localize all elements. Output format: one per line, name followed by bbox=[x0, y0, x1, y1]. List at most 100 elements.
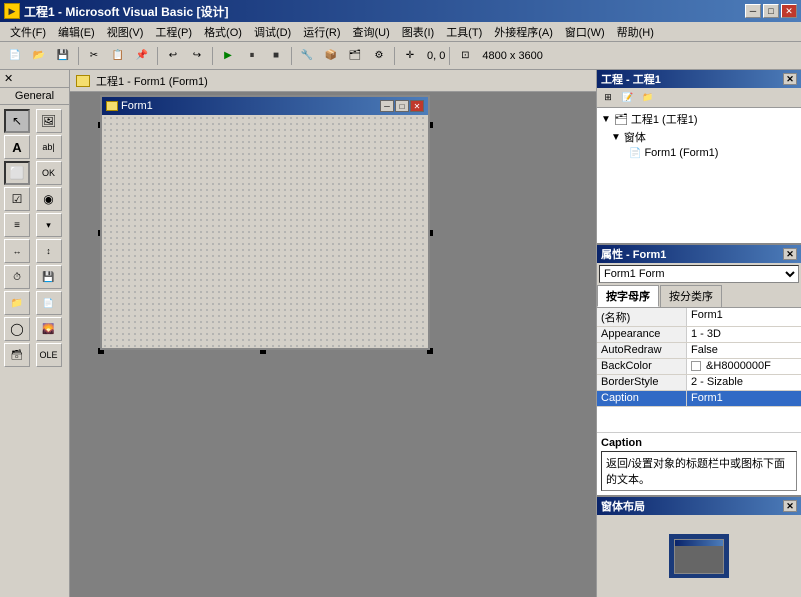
menu-view[interactable]: 视图(V) bbox=[101, 22, 150, 42]
toolbar-save[interactable]: 💾 bbox=[52, 45, 74, 67]
tool-timer[interactable]: ⏱ bbox=[4, 265, 30, 289]
layout-close-btn[interactable]: ✕ bbox=[783, 500, 797, 512]
props-row-caption[interactable]: Caption Form1 bbox=[597, 391, 801, 407]
project-tb-view-code[interactable]: 📝 bbox=[619, 90, 637, 106]
tool-shape[interactable]: ◯ bbox=[4, 317, 30, 341]
props-titlebar: 属性 - Form1 ✕ bbox=[597, 245, 801, 263]
coord-label: 0, 0 bbox=[427, 50, 445, 62]
backcolor-swatch bbox=[691, 361, 701, 371]
props-close-btn[interactable]: ✕ bbox=[783, 248, 797, 260]
tool-dirlist[interactable]: 📁 bbox=[4, 291, 30, 315]
toolbar-new[interactable]: 📄 bbox=[4, 45, 26, 67]
menu-help[interactable]: 帮助(H) bbox=[611, 22, 660, 42]
app-icon: ▶ bbox=[4, 3, 20, 19]
menu-file[interactable]: 文件(F) bbox=[4, 22, 52, 42]
layout-titlebar: 窗体布局 ✕ bbox=[597, 497, 801, 515]
toolbar-paste[interactable]: 📌 bbox=[131, 45, 153, 67]
toolbar-sep3 bbox=[212, 47, 213, 65]
tool-combobox[interactable]: ▾ bbox=[36, 213, 62, 237]
tool-commandbtn[interactable]: OK bbox=[36, 161, 62, 185]
caption-property-desc: 返回/设置对象的标题栏中或图标下面的文本。 bbox=[601, 451, 797, 491]
tree-form1[interactable]: 📄 Form1 (Form1) bbox=[599, 146, 799, 160]
form-max-btn[interactable]: □ bbox=[395, 100, 409, 112]
menu-tools[interactable]: 工具(T) bbox=[440, 22, 488, 42]
props-row-autoredraw[interactable]: AutoRedraw False bbox=[597, 343, 801, 359]
tool-listbox[interactable]: ≡ bbox=[4, 213, 30, 237]
size-label: 4800 x 3600 bbox=[482, 50, 543, 62]
project-tb-toggle-folder[interactable]: 📁 bbox=[639, 90, 657, 106]
tree-expand-icon: ▼ bbox=[601, 114, 611, 125]
menu-project[interactable]: 工程(P) bbox=[149, 22, 198, 42]
project-title: 工程 - 工程1 bbox=[601, 71, 661, 87]
designer-caption: 工程1 - Form1 (Form1) bbox=[70, 70, 596, 92]
toolbar-copy[interactable]: 📋 bbox=[107, 45, 129, 67]
project-tb-view-object[interactable]: ⊞ bbox=[599, 90, 617, 106]
tool-vscroll[interactable]: ↕ bbox=[36, 239, 62, 263]
props-row-backcolor[interactable]: BackColor &H8000000F bbox=[597, 359, 801, 375]
form-min-btn[interactable]: ─ bbox=[380, 100, 394, 112]
tree-project-root[interactable]: ▼ 🗂 工程1 (工程1) bbox=[599, 110, 799, 128]
menu-window[interactable]: 窗口(W) bbox=[559, 22, 611, 42]
tree-forms-folder[interactable]: ▼ 窗体 bbox=[599, 128, 799, 146]
window-title: 工程1 - Microsoft Visual Basic [设计] bbox=[24, 3, 229, 20]
tool-ole[interactable]: OLE bbox=[36, 343, 62, 367]
tab-alphabetical[interactable]: 按字母序 bbox=[597, 285, 659, 307]
tool-picture[interactable]: 🖼 bbox=[36, 109, 62, 133]
toolbar-btn8[interactable]: ⚙ bbox=[368, 45, 390, 67]
tool-frame[interactable]: ⬜ bbox=[4, 161, 30, 185]
toolbar-redo[interactable]: ↪ bbox=[186, 45, 208, 67]
props-row-appearance[interactable]: Appearance 1 - 3D bbox=[597, 327, 801, 343]
tool-pointer[interactable]: ↖ bbox=[4, 109, 30, 133]
toolbar-btn6[interactable]: 📦 bbox=[320, 45, 342, 67]
toolbox-label[interactable]: General bbox=[0, 88, 69, 105]
tool-hscroll[interactable]: ↔ bbox=[4, 239, 30, 263]
form-close-btn[interactable]: ✕ bbox=[410, 100, 424, 112]
props-row-borderstyle[interactable]: BorderStyle 2 - Sizable bbox=[597, 375, 801, 391]
menu-edit[interactable]: 编辑(E) bbox=[52, 22, 101, 42]
tool-optionbtn[interactable]: ◉ bbox=[36, 187, 62, 211]
menu-format[interactable]: 格式(O) bbox=[198, 22, 248, 42]
tool-drive[interactable]: 💾 bbox=[36, 265, 62, 289]
tool-checkbox[interactable]: ☑ bbox=[4, 187, 30, 211]
menu-debug[interactable]: 调试(D) bbox=[248, 22, 297, 42]
tab-category[interactable]: 按分类序 bbox=[660, 285, 722, 307]
form-window[interactable]: Form1 ─ □ ✕ bbox=[100, 95, 430, 350]
props-row-name[interactable]: (名称) Form1 bbox=[597, 308, 801, 327]
project-titlebar: 工程 - 工程1 ✕ bbox=[597, 70, 801, 88]
tree-forms-expand: ▼ bbox=[611, 132, 621, 143]
tool-filelist[interactable]: 📄 bbox=[36, 291, 62, 315]
designer-caption-text: 工程1 - Form1 (Form1) bbox=[96, 73, 208, 89]
maximize-button[interactable]: □ bbox=[763, 4, 779, 18]
toolbar-crosshair[interactable]: ✛ bbox=[399, 45, 421, 67]
toolbar-open[interactable]: 📂 bbox=[28, 45, 50, 67]
form-content[interactable] bbox=[102, 115, 428, 348]
menu-addins[interactable]: 外接程序(A) bbox=[488, 22, 559, 42]
menu-run[interactable]: 运行(R) bbox=[297, 22, 346, 42]
minimize-button[interactable]: ─ bbox=[745, 4, 761, 18]
props-val-borderstyle: 2 - Sizable bbox=[687, 375, 801, 390]
props-selector-dropdown[interactable]: Form1 Form bbox=[599, 265, 799, 283]
menu-query[interactable]: 查询(U) bbox=[347, 22, 396, 42]
tool-label[interactable]: A bbox=[4, 135, 30, 159]
tree-forms-label: 窗体 bbox=[624, 129, 646, 145]
project-tree[interactable]: ▼ 🗂 工程1 (工程1) ▼ 窗体 📄 Form1 (Form1) bbox=[597, 108, 801, 243]
toolbar-cut[interactable]: ✂ bbox=[83, 45, 105, 67]
tree-icon-project: 🗂 bbox=[614, 113, 628, 126]
toolbar-btn7[interactable]: 🗂 bbox=[344, 45, 366, 67]
tool-image[interactable]: 🌄 bbox=[36, 317, 62, 341]
title-bar: ▶ 工程1 - Microsoft Visual Basic [设计] ─ □ … bbox=[0, 0, 801, 22]
tool-textbox[interactable]: ab| bbox=[36, 135, 62, 159]
menu-chart[interactable]: 图表(I) bbox=[396, 22, 440, 42]
props-val-appearance: 1 - 3D bbox=[687, 327, 801, 342]
toolbar-stop[interactable]: ■ bbox=[265, 45, 287, 67]
designer-area[interactable]: 工程1 - Form1 (Form1) Form1 ─ □ ✕ bbox=[70, 70, 596, 597]
toolbar-run[interactable]: ▶ bbox=[217, 45, 239, 67]
close-button[interactable]: ✕ bbox=[781, 4, 797, 18]
tool-data[interactable]: 🗃 bbox=[4, 343, 30, 367]
toolbar-pause[interactable]: ⏸ bbox=[241, 45, 263, 67]
project-toolbar: ⊞ 📝 📁 bbox=[597, 88, 801, 108]
toolbar-undo[interactable]: ↩ bbox=[162, 45, 184, 67]
menu-bar: 文件(F) 编辑(E) 视图(V) 工程(P) 格式(O) 调试(D) 运行(R… bbox=[0, 22, 801, 42]
toolbar-btn5[interactable]: 🔧 bbox=[296, 45, 318, 67]
project-close-btn[interactable]: ✕ bbox=[783, 73, 797, 85]
